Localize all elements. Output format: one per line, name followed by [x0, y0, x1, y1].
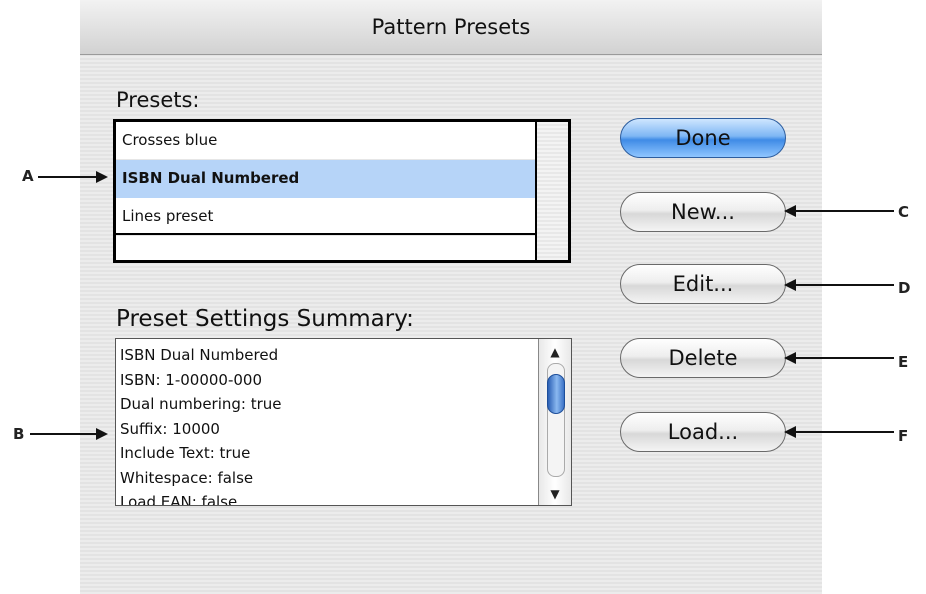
summary-line: ISBN Dual Numbered: [120, 346, 279, 364]
summary-scrollbar[interactable]: ▲ ▼: [538, 339, 571, 505]
summary-line: ISBN: 1-00000-000: [120, 370, 262, 389]
delete-button[interactable]: Delete: [620, 338, 786, 378]
callout-c-line: [794, 210, 894, 212]
callout-c: C: [898, 203, 910, 221]
dialog-title: Pattern Presets: [80, 0, 822, 55]
preset-settings-summary[interactable]: ISBN Dual Numbered ISBN: 1-00000-000 Dua…: [115, 338, 572, 506]
down-arrow-icon[interactable]: ▼: [539, 487, 571, 501]
callout-e: E: [898, 353, 909, 371]
arrow-icon: [96, 428, 108, 440]
preset-item-isbn-dual-numbered[interactable]: ISBN Dual Numbered: [116, 160, 537, 198]
presets-label: Presets:: [116, 88, 200, 112]
scroll-thumb[interactable]: [547, 374, 565, 414]
done-button[interactable]: Done: [620, 118, 786, 158]
summary-line: Suffix: 10000: [120, 419, 220, 438]
callout-b: B: [13, 425, 25, 443]
preset-item-crosses-blue[interactable]: Crosses blue: [116, 122, 537, 160]
callout-a-line: [38, 176, 98, 178]
load-button[interactable]: Load...: [620, 412, 786, 452]
new-button[interactable]: New...: [620, 192, 786, 232]
scroll-track[interactable]: [547, 363, 565, 477]
callout-d: D: [898, 279, 911, 297]
callout-e-line: [794, 357, 894, 359]
arrow-icon: [96, 171, 108, 183]
pattern-presets-dialog: Pattern Presets Presets: Crosses blue IS…: [80, 0, 822, 594]
callout-f-line: [794, 431, 894, 433]
callout-f: F: [898, 427, 909, 445]
up-arrow-icon[interactable]: ▲: [539, 345, 571, 359]
presets-list[interactable]: Crosses blue ISBN Dual Numbered Lines pr…: [113, 119, 571, 263]
callout-a: A: [22, 167, 34, 185]
summary-line: Whitespace: false: [120, 468, 254, 487]
edit-button[interactable]: Edit...: [620, 264, 786, 304]
summary-line: Include Text: true: [120, 444, 251, 462]
summary-label: Preset Settings Summary:: [116, 306, 414, 332]
preset-list-empty-row: [116, 233, 537, 262]
preset-item-lines-preset[interactable]: Lines preset: [116, 198, 537, 236]
callout-d-line: [794, 284, 894, 286]
summary-line: Dual numbering: true: [120, 395, 282, 413]
summary-line: Load EAN: false: [120, 493, 238, 506]
callout-b-line: [30, 433, 98, 435]
presets-scrollbar[interactable]: [535, 122, 568, 260]
